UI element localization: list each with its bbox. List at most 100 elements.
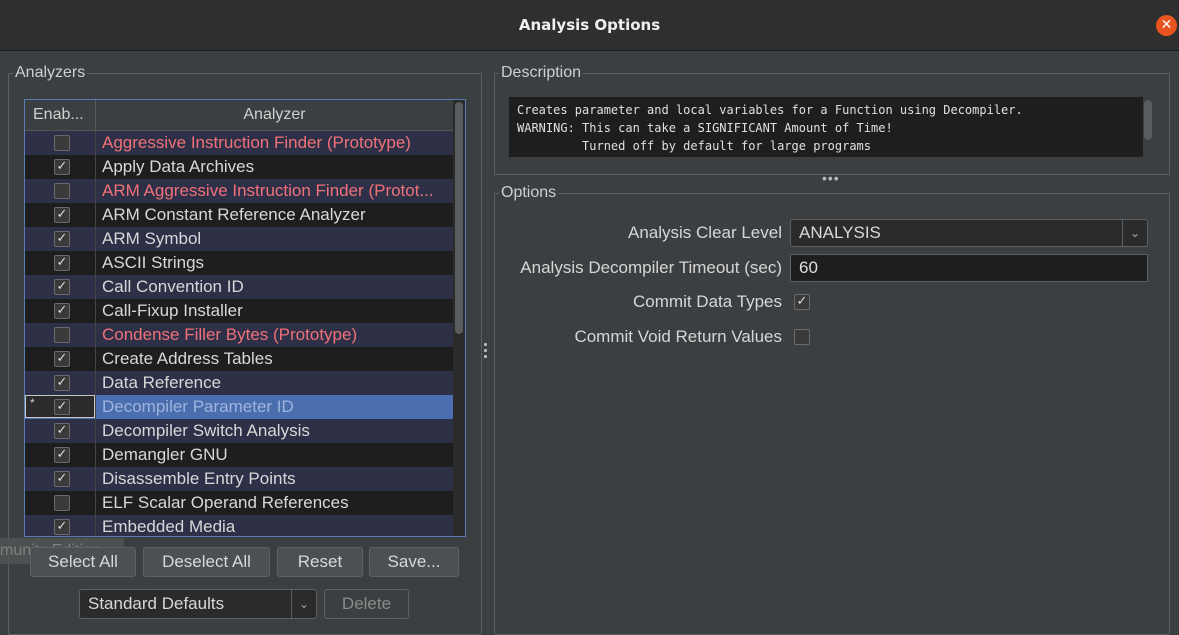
analyzer-name: Apply Data Archives <box>102 157 255 176</box>
table-row[interactable]: ✓ ARM Symbol <box>25 227 453 251</box>
analyzers-title: Analyzers <box>13 64 88 82</box>
column-divider <box>95 299 96 323</box>
column-divider <box>95 419 96 443</box>
table-row[interactable]: ✓ Call-Fixup Installer <box>25 299 453 323</box>
table-row[interactable]: Aggressive Instruction Finder (Prototype… <box>25 131 453 155</box>
dialog-title: Analysis Options <box>518 16 661 34</box>
options-title: Options <box>499 184 559 202</box>
table-row[interactable]: ✓ Embedded Media <box>25 515 453 536</box>
description-line: Turned off by default for large programs <box>517 139 872 153</box>
table-header: Enab... Analyzer <box>25 100 453 131</box>
chevron-down-icon[interactable]: ⌄ <box>1122 220 1147 246</box>
analyzers-table[interactable]: Enab... Analyzer Aggressive Instruction … <box>24 99 466 537</box>
clear-level-select[interactable]: ANALYSIS ⌄ <box>790 219 1148 247</box>
analyzer-name: Create Address Tables <box>102 349 273 368</box>
enable-checkbox[interactable]: ✓ <box>54 375 70 391</box>
enable-checkbox[interactable]: ✓ <box>54 303 70 319</box>
delete-button[interactable]: Delete <box>324 589 409 619</box>
table-row[interactable]: ✓ Apply Data Archives <box>25 155 453 179</box>
description-line: WARNING: This can take a SIGNIFICANT Amo… <box>517 121 893 135</box>
clear-level-value: ANALYSIS <box>799 223 881 242</box>
enable-checkbox[interactable] <box>54 327 70 343</box>
analyzer-name: Call Convention ID <box>102 277 244 296</box>
table-row[interactable]: ELF Scalar Operand References <box>25 491 453 515</box>
close-icon: ✕ <box>1160 17 1173 33</box>
commit-void-checkbox[interactable] <box>794 329 810 345</box>
commit-types-checkbox[interactable]: ✓ <box>794 294 810 310</box>
table-row[interactable]: ✓ Demangler GNU <box>25 443 453 467</box>
commit-types-label: Commit Data Types <box>633 292 782 311</box>
table-row[interactable]: Condense Filler Bytes (Prototype) <box>25 323 453 347</box>
enable-checkbox[interactable]: ✓ <box>54 231 70 247</box>
analyzer-name: Embedded Media <box>102 517 236 536</box>
enable-checkbox[interactable] <box>54 495 70 511</box>
reset-button[interactable]: Reset <box>277 547 363 577</box>
analyzer-name: Disassemble Entry Points <box>102 469 296 488</box>
profile-selected: Standard Defaults <box>88 594 225 613</box>
save-button[interactable]: Save... <box>369 547 459 577</box>
analyzer-name: Aggressive Instruction Finder (Prototype… <box>102 133 411 152</box>
select-all-button[interactable]: Select All <box>30 547 136 577</box>
chevron-down-icon[interactable]: ⌄ <box>291 590 316 618</box>
column-divider <box>95 251 96 275</box>
analyzer-name: ARM Aggressive Instruction Finder (Proto… <box>102 181 434 200</box>
table-scrollbar-thumb[interactable] <box>455 102 463 334</box>
analyzer-rows: Aggressive Instruction Finder (Prototype… <box>25 131 453 536</box>
analyzer-name: Decompiler Parameter ID <box>102 397 294 416</box>
vertical-splitter-handle[interactable] <box>484 343 488 361</box>
column-divider <box>95 371 96 395</box>
analyzer-name: ARM Constant Reference Analyzer <box>102 205 366 224</box>
column-divider <box>95 155 96 179</box>
enable-checkbox[interactable]: ✓ <box>54 447 70 463</box>
column-divider <box>95 347 96 371</box>
commit-void-label: Commit Void Return Values <box>574 327 782 346</box>
analyzer-name: Call-Fixup Installer <box>102 301 243 320</box>
table-row[interactable]: ✓ Decompiler Switch Analysis <box>25 419 453 443</box>
enable-checkbox[interactable] <box>54 183 70 199</box>
analyzer-name: Data Reference <box>102 373 222 392</box>
enable-checkbox[interactable]: ✓ <box>54 207 70 223</box>
analyzer-name: Decompiler Switch Analysis <box>102 421 310 440</box>
analyzer-name: ASCII Strings <box>102 253 205 272</box>
enable-checkbox[interactable]: ✓ <box>54 351 70 367</box>
column-divider <box>95 203 96 227</box>
enable-checkbox[interactable]: ✓ <box>54 255 70 271</box>
enable-checkbox[interactable]: ✓ <box>54 423 70 439</box>
analyzer-name: Condense Filler Bytes (Prototype) <box>102 325 358 344</box>
column-divider <box>95 179 96 203</box>
description-scrollbar[interactable] <box>1144 100 1152 140</box>
deselect-all-button[interactable]: Deselect All <box>143 547 270 577</box>
column-enabled[interactable]: Enab... <box>33 106 84 124</box>
enable-checkbox[interactable]: ✓ <box>54 519 70 535</box>
column-divider <box>95 515 96 536</box>
table-row[interactable]: ✓ ASCII Strings <box>25 251 453 275</box>
horizontal-splitter-handle[interactable]: ••• <box>822 170 840 186</box>
enable-checkbox[interactable]: ✓ <box>54 159 70 175</box>
column-analyzer[interactable]: Analyzer <box>96 106 453 124</box>
enable-checkbox[interactable]: ✓ <box>54 279 70 295</box>
table-row[interactable]: ✓ ARM Constant Reference Analyzer <box>25 203 453 227</box>
analyzer-name: ARM Symbol <box>102 229 202 248</box>
profile-select[interactable]: Standard Defaults ⌄ <box>79 589 317 619</box>
enable-checkbox[interactable]: ✓ <box>54 399 70 415</box>
timeout-label: Analysis Decompiler Timeout (sec) <box>520 258 782 277</box>
column-divider <box>95 131 96 155</box>
table-row[interactable]: ✓ Create Address Tables <box>25 347 453 371</box>
table-row[interactable]: ✓ Call Convention ID <box>25 275 453 299</box>
timeout-input[interactable] <box>790 254 1148 282</box>
table-row[interactable]: * ✓ Decompiler Parameter ID <box>25 395 453 419</box>
column-divider <box>95 395 96 419</box>
description-text: Creates parameter and local variables fo… <box>509 97 1143 157</box>
enable-checkbox[interactable]: ✓ <box>54 471 70 487</box>
table-row[interactable]: ARM Aggressive Instruction Finder (Proto… <box>25 179 453 203</box>
table-row[interactable]: ✓ Data Reference <box>25 371 453 395</box>
description-line: Creates parameter and local variables fo… <box>517 103 1023 117</box>
analyzer-name: Demangler GNU <box>102 445 228 464</box>
description-title: Description <box>499 64 584 82</box>
table-row[interactable]: ✓ Disassemble Entry Points <box>25 467 453 491</box>
column-divider <box>95 467 96 491</box>
column-divider <box>95 491 96 515</box>
enable-checkbox[interactable] <box>54 135 70 151</box>
title-bar: Analysis Options ✕ <box>0 0 1179 51</box>
close-button[interactable]: ✕ <box>1156 15 1177 36</box>
